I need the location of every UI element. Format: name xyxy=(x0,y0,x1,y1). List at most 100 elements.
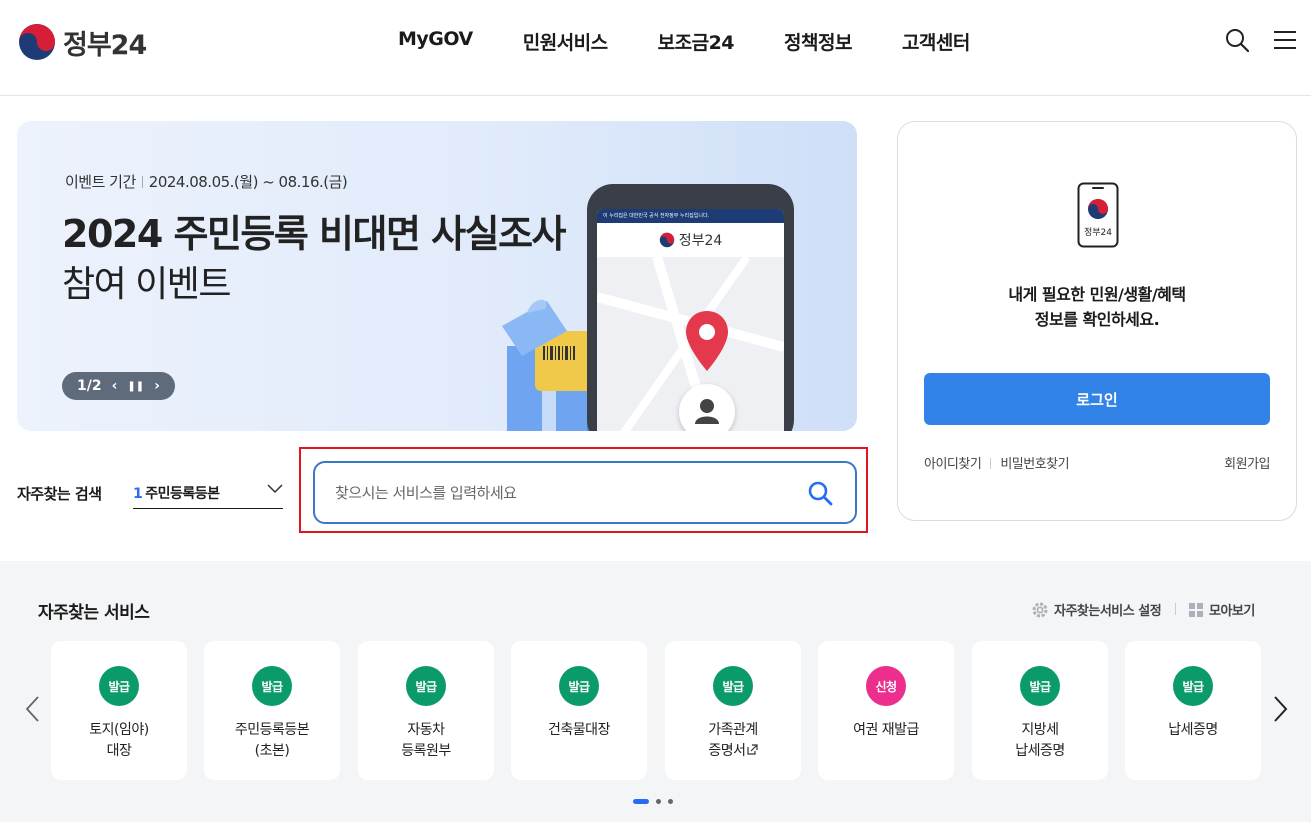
service-search-input[interactable] xyxy=(335,463,785,522)
slide-counter: 1/2 xyxy=(77,378,102,394)
phone-logo-text: 정부24 xyxy=(678,233,723,249)
user-icon xyxy=(679,384,735,431)
phone-screen: 이 누리집은 대한민국 공식 전자정부 누리집입니다. 정부24 xyxy=(597,209,784,431)
external-link-icon xyxy=(746,744,758,755)
find-password-link[interactable]: 비밀번호찾기 xyxy=(1000,457,1069,472)
label-line2: (초본) xyxy=(254,743,290,759)
apply-badge: 신청 xyxy=(866,666,906,706)
event-banner[interactable]: 이벤트 기간 2024.08.05.(월) ~ 08.16.(금) 2024 주민… xyxy=(17,121,857,431)
phone-logo: 정부24 xyxy=(597,223,784,257)
nav-policy-info[interactable]: 정책정보 xyxy=(784,28,852,55)
service-card-label: 토지(임야) 대장 xyxy=(51,720,187,762)
login-message: 내게 필요한 민원/생활/혜택 정보를 확인하세요. xyxy=(898,282,1296,332)
gear-icon xyxy=(1032,602,1048,617)
service-card-building-register[interactable]: 발급 건축물대장 xyxy=(511,641,647,780)
service-card-vehicle-register[interactable]: 발급 자동차 등록원부 xyxy=(358,641,494,780)
label-line2: 등록원부 xyxy=(401,743,451,759)
carousel-pagination xyxy=(633,799,673,804)
nav-mygov[interactable]: MyGOV xyxy=(398,28,473,55)
page-dot-3[interactable] xyxy=(668,799,673,804)
view-all-button[interactable]: 모아보기 xyxy=(1189,600,1255,619)
service-settings-button[interactable]: 자주찾는서비스 설정 xyxy=(1031,600,1162,619)
login-message-line1: 내게 필요한 민원/생활/혜택 xyxy=(1008,285,1186,304)
service-card-land-register[interactable]: 발급 토지(임야) 대장 xyxy=(51,641,187,780)
main-nav: MyGOV 민원서비스 보조금24 정책정보 고객센터 xyxy=(398,28,1020,55)
issue-badge: 발급 xyxy=(406,666,446,706)
label-line1: 여권 재발급 xyxy=(853,722,919,738)
issue-badge: 발급 xyxy=(713,666,753,706)
pause-icon[interactable]: ❚❚ xyxy=(127,381,144,392)
label-line1: 납세증명 xyxy=(1168,722,1218,738)
label-line1: 건축물대장 xyxy=(548,722,610,738)
service-card-label: 납세증명 xyxy=(1125,720,1261,741)
frequent-search-rank: 1 xyxy=(133,486,143,502)
mobile-id-icon-label: 정부24 xyxy=(1084,227,1112,238)
mobile-id-icon: 정부24 xyxy=(1077,182,1119,248)
nav-customer-center[interactable]: 고객센터 xyxy=(902,28,970,55)
issue-badge: 발급 xyxy=(252,666,292,706)
service-card-local-tax-certificate[interactable]: 발급 지방세 납세증명 xyxy=(972,641,1108,780)
login-message-line2: 정보를 확인하세요. xyxy=(1034,310,1160,329)
issue-badge: 발급 xyxy=(99,666,139,706)
label-line1: 토지(임야) xyxy=(89,722,149,738)
event-title: 2024 주민등록 비대면 사실조사 xyxy=(62,212,567,256)
label-line2: 납세증명 xyxy=(1015,743,1065,759)
label-line1: 주민등록등본 xyxy=(234,722,310,738)
label-line2: 증명서 xyxy=(708,743,746,759)
frequent-search-term: 주민등록등본 xyxy=(145,486,220,502)
event-period-label: 이벤트 기간 xyxy=(65,173,136,191)
location-pin-icon xyxy=(686,311,728,371)
chevron-down-icon xyxy=(267,484,283,494)
issue-badge: 발급 xyxy=(1173,666,1213,706)
slide-control: 1/2 ‹ ❚❚ › xyxy=(62,372,175,400)
event-subtitle: 참여 이벤트 xyxy=(62,264,232,305)
issue-badge: 발급 xyxy=(559,666,599,706)
divider xyxy=(1175,603,1176,615)
service-card-label: 건축물대장 xyxy=(511,720,647,741)
service-card-label: 가족관계 증명서 xyxy=(665,720,801,762)
grid-icon xyxy=(1189,602,1203,617)
event-period-value: 2024.08.05.(월) ~ 08.16.(금) xyxy=(148,173,348,191)
page-dot-2[interactable] xyxy=(656,799,661,804)
service-card-family-certificate[interactable]: 발급 가족관계 증명서 xyxy=(665,641,801,780)
issue-badge: 발급 xyxy=(1020,666,1060,706)
nav-subsidy24[interactable]: 보조금24 xyxy=(658,28,735,55)
service-card-label: 여권 재발급 xyxy=(818,720,954,741)
search-icon[interactable] xyxy=(807,480,833,506)
logo-text: 정부24 xyxy=(63,29,147,61)
label-line1: 자동차 xyxy=(407,722,445,738)
taegeuk-logo-icon xyxy=(659,232,674,248)
event-period: 이벤트 기간 2024.08.05.(월) ~ 08.16.(금) xyxy=(65,171,348,192)
label-line2-wrap: 증명서 xyxy=(665,741,801,762)
label-line1: 지방세 xyxy=(1021,722,1059,738)
nav-civil-service[interactable]: 민원서비스 xyxy=(523,28,608,55)
menu-icon[interactable] xyxy=(1272,27,1298,53)
login-button[interactable]: 로그인 xyxy=(924,373,1270,425)
join-link[interactable]: 회원가입 xyxy=(1224,453,1270,472)
taegeuk-logo-icon xyxy=(19,24,55,60)
prev-arrow-icon[interactable] xyxy=(23,695,43,723)
phone-notice: 이 누리집은 대한민국 공식 전자정부 누리집입니다. xyxy=(597,209,784,223)
frequent-search-select[interactable]: 1 주민등록등본 xyxy=(133,476,283,509)
site-header: 정부24 MyGOV 민원서비스 보조금24 정책정보 고객센터 xyxy=(0,0,1311,96)
view-all-label: 모아보기 xyxy=(1209,604,1255,619)
service-card-passport-reissue[interactable]: 신청 여권 재발급 xyxy=(818,641,954,780)
next-arrow-icon[interactable] xyxy=(1270,695,1290,723)
frequent-search-label: 자주찾는 검색 xyxy=(17,485,102,503)
page-dot-1[interactable] xyxy=(633,799,649,804)
next-slide-icon[interactable]: › xyxy=(154,378,160,394)
search-icon[interactable] xyxy=(1224,27,1250,53)
divider xyxy=(141,176,143,188)
service-search-box xyxy=(313,461,857,524)
frequent-services-section: 자주찾는 서비스 자주찾는서비스 설정 모아보기 발급 토지(임야) 대장 발급… xyxy=(0,561,1311,822)
site-logo[interactable]: 정부24 xyxy=(17,22,147,62)
service-card-resident-register[interactable]: 발급 주민등록등본 (초본) xyxy=(204,641,340,780)
service-card-tax-certificate[interactable]: 발급 납세증명 xyxy=(1125,641,1261,780)
service-settings-label: 자주찾는서비스 설정 xyxy=(1054,604,1162,619)
frequent-services-title: 자주찾는 서비스 xyxy=(38,603,150,623)
divider xyxy=(990,458,992,469)
service-card-label: 자동차 등록원부 xyxy=(358,720,494,762)
find-id-link[interactable]: 아이디찾기 xyxy=(924,457,982,472)
prev-slide-icon[interactable]: ‹ xyxy=(112,378,118,394)
account-links: 아이디찾기 비밀번호찾기 xyxy=(924,453,1070,472)
